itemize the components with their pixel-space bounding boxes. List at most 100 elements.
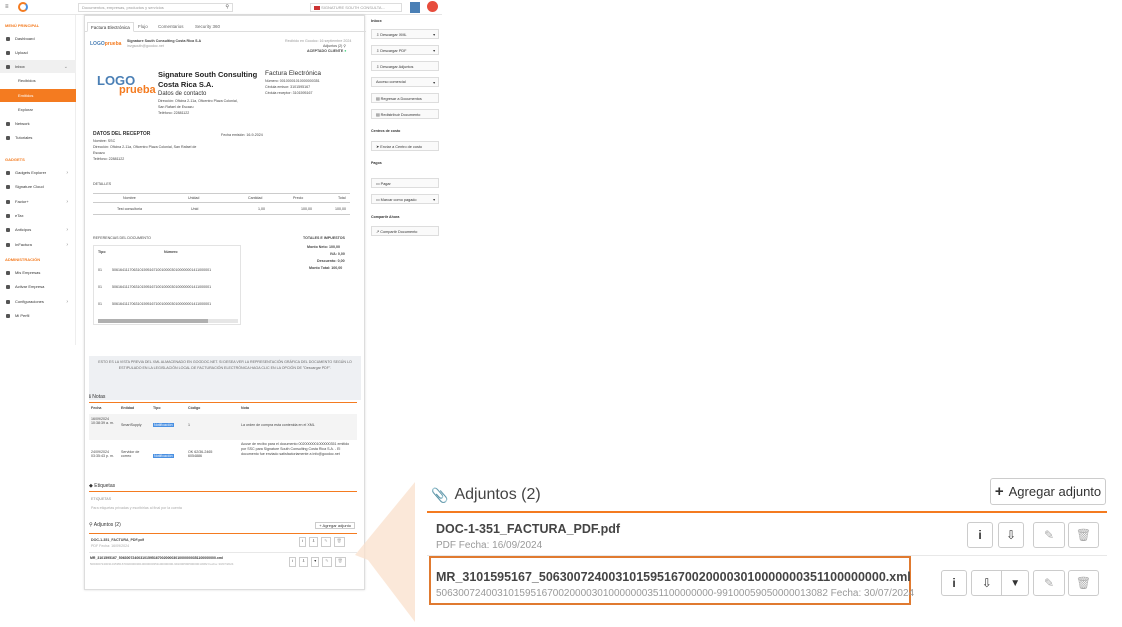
file-name[interactable]: MR_3101595167_50630072400310159516700200… <box>436 570 911 584</box>
trash-icon: 🗑 <box>1075 576 1092 590</box>
section-main: MENÚ PRINCIPAL <box>5 23 40 28</box>
edit-button[interactable]: ✎ <box>1033 570 1065 596</box>
notifications-icon[interactable] <box>427 1 438 12</box>
trash-icon[interactable]: 🗑 <box>334 557 346 567</box>
info-button[interactable]: i <box>967 522 993 548</box>
chevron-down-icon[interactable]: ▾ <box>311 557 320 567</box>
sidebar-label: Dashboard <box>15 36 35 41</box>
download-button[interactable]: ⇩ <box>998 522 1024 548</box>
delete-button[interactable]: 🗑 <box>1068 570 1099 596</box>
trash-icon[interactable]: 🗑 <box>333 537 345 547</box>
sidebar-item-dashboard[interactable]: Dashboard <box>0 32 76 45</box>
attachments-count-label: Adjuntos (2) <box>323 44 343 48</box>
sidebar-item-factor[interactable]: Factor+ › <box>0 195 76 208</box>
attachments-count[interactable]: Adjuntos (2) ⚲ <box>323 44 346 48</box>
download-icon[interactable]: ⇩ <box>972 571 1003 595</box>
redistribute-button[interactable]: ▤ Redistribuir Documento <box>371 109 439 119</box>
send-cost-center-button[interactable]: ➤ Enviar a Centro de costo <box>371 141 439 151</box>
delete-button[interactable]: 🗑 <box>1068 522 1099 548</box>
sidebar-item-mi-perfil[interactable]: Mi Perfil <box>0 309 76 322</box>
info-icon[interactable]: i <box>299 537 306 547</box>
col-numero: Número <box>164 250 178 254</box>
pay-button[interactable]: ▭ Pagar <box>371 178 439 188</box>
mark-paid-button[interactable]: ▭ Marcar como pagado ▾ <box>371 194 439 204</box>
logo-small: LOGOprueba <box>90 41 121 47</box>
sidebar: MENÚ PRINCIPAL Dashboard Upload Inbox ⌄ R… <box>0 15 76 345</box>
tab-security[interactable]: Security 360 <box>192 22 223 32</box>
tab-flujo[interactable]: Flujo <box>135 22 151 32</box>
document-icon: ▤ <box>376 97 380 101</box>
sidebar-item-mis-empresas[interactable]: Mis Empresas <box>0 266 76 279</box>
file-actions-small: i ⇩ ✎ 🗑 <box>299 537 359 547</box>
company-small: Signature South Consulting Costa Rica S.… <box>127 39 202 43</box>
check-icon: ● <box>344 49 347 53</box>
inbox-label: Inbox <box>371 18 382 23</box>
logo-text-b: prueba <box>104 41 122 47</box>
infactura-icon <box>6 242 10 247</box>
col-fecha: Fecha <box>91 406 102 410</box>
horizontal-scrollbar[interactable] <box>98 319 238 323</box>
chevron-right-icon: › <box>66 169 68 176</box>
search-input[interactable]: Documentos, empresas, productos y servic… <box>78 3 233 12</box>
download-xml-button[interactable]: ⇩ Descargar XML ▾ <box>371 29 439 39</box>
download-icon[interactable]: ⇩ <box>308 537 319 547</box>
sidebar-item-upload[interactable]: Upload <box>0 46 76 59</box>
menu-icon[interactable]: ≡ <box>5 4 9 10</box>
add-attachment-button[interactable]: + Agregar adjunto <box>990 478 1106 505</box>
acceso-comercial-button[interactable]: Acceso comercial ▾ <box>371 77 439 87</box>
edit-button[interactable]: ✎ <box>1033 522 1065 548</box>
search-placeholder: Documentos, empresas, productos y servic… <box>82 5 164 10</box>
search-icon[interactable]: ⚲ <box>225 4 229 10</box>
sidebar-item-signature-cloud[interactable]: Signature Cloud <box>0 180 76 193</box>
document-view: Factura Electrónica Flujo Comentarios Se… <box>84 15 366 590</box>
contact-line: Dirección: Oficina 2-11a, Oficentro Plaz… <box>158 99 238 103</box>
download-icon: ⇩ <box>1005 528 1017 542</box>
sidebar-item-tutoriales[interactable]: Tutoriales <box>0 131 76 144</box>
edit-icon[interactable]: ✎ <box>322 557 332 567</box>
chevron-down-icon[interactable]: ▼ <box>1002 578 1028 589</box>
back-to-documents-button[interactable]: ▤ Regresar a Documentos <box>371 93 439 103</box>
download-attachments-button[interactable]: ⇩ Descargar Adjuntos <box>371 61 439 71</box>
cell: 1 <box>188 423 190 427</box>
info-button[interactable]: i <box>941 570 967 596</box>
sidebar-label: Activar Empresa <box>15 284 45 289</box>
download-pdf-button[interactable]: ⇩ Descargar PDF ▾ <box>371 45 439 55</box>
sidebar-item-gadgets-explorer[interactable]: Gadgets Explorer › <box>0 166 76 179</box>
file-meta: 5063007240031015951670020000301000000035… <box>436 588 915 599</box>
gear-icon <box>6 299 10 304</box>
tags-hint[interactable]: Para etiquetas privadas y escribirlas al… <box>91 506 182 510</box>
add-attachment-button-small[interactable]: + Agregar adjunto <box>315 522 355 529</box>
add-attachment-label: Agregar adjunto <box>322 523 351 528</box>
sidebar-item-anticipos[interactable]: Anticipos › <box>0 223 76 236</box>
sidebar-item-explorar[interactable]: Explorar <box>0 103 76 116</box>
company-selector[interactable]: SIGNATURE SOUTH CONSULTA... <box>310 3 402 12</box>
video-icon <box>6 135 10 140</box>
sidebar-item-activar-empresa[interactable]: Activar Empresa <box>0 280 76 293</box>
sidebar-item-emitidos[interactable]: Emitidos <box>0 89 76 102</box>
sidebar-item-etax[interactable]: eTax <box>0 209 76 222</box>
avatar[interactable] <box>410 2 420 13</box>
file-name[interactable]: DOC-1-351_FACTURA_PDF.pdf <box>436 522 620 536</box>
tab-comentarios[interactable]: Comentarios <box>155 22 187 32</box>
download-icon[interactable]: ⇩ <box>298 557 309 567</box>
sidebar-item-recibidos[interactable]: Recibidos <box>0 74 76 87</box>
notes-title: Notas <box>92 394 106 400</box>
tab-factura[interactable]: Factura Electrónica <box>87 22 134 32</box>
file-name-small[interactable]: DOC-1-351_FACTURA_PDF.pdf <box>91 538 144 542</box>
cell: Unid <box>191 207 199 211</box>
button-label: Descargar PDF <box>380 49 407 53</box>
share-document-button[interactable]: ↗ Compartir Documento <box>371 226 439 236</box>
sidebar-label: Emitidos <box>18 93 34 98</box>
doc-line: Número: 00100001010000000351 <box>265 79 320 83</box>
info-icon: i <box>952 576 956 590</box>
button-label: Marcar como pagado <box>380 198 417 202</box>
sidebar-item-inbox[interactable]: Inbox ⌄ <box>0 60 76 73</box>
sidebar-item-network[interactable]: Network <box>0 117 76 130</box>
cell: Acuse de recibo para el documento 002000… <box>241 442 350 456</box>
sidebar-item-infactura[interactable]: InFactura › <box>0 238 76 251</box>
sidebar-item-configuraciones[interactable]: Configuraciones › <box>0 295 76 308</box>
edit-icon[interactable]: ✎ <box>321 537 331 547</box>
doc-type: Factura Electrónica <box>265 70 321 77</box>
download-split-button[interactable]: ⇩ ▼ <box>971 570 1029 596</box>
info-icon[interactable]: i <box>289 557 296 567</box>
